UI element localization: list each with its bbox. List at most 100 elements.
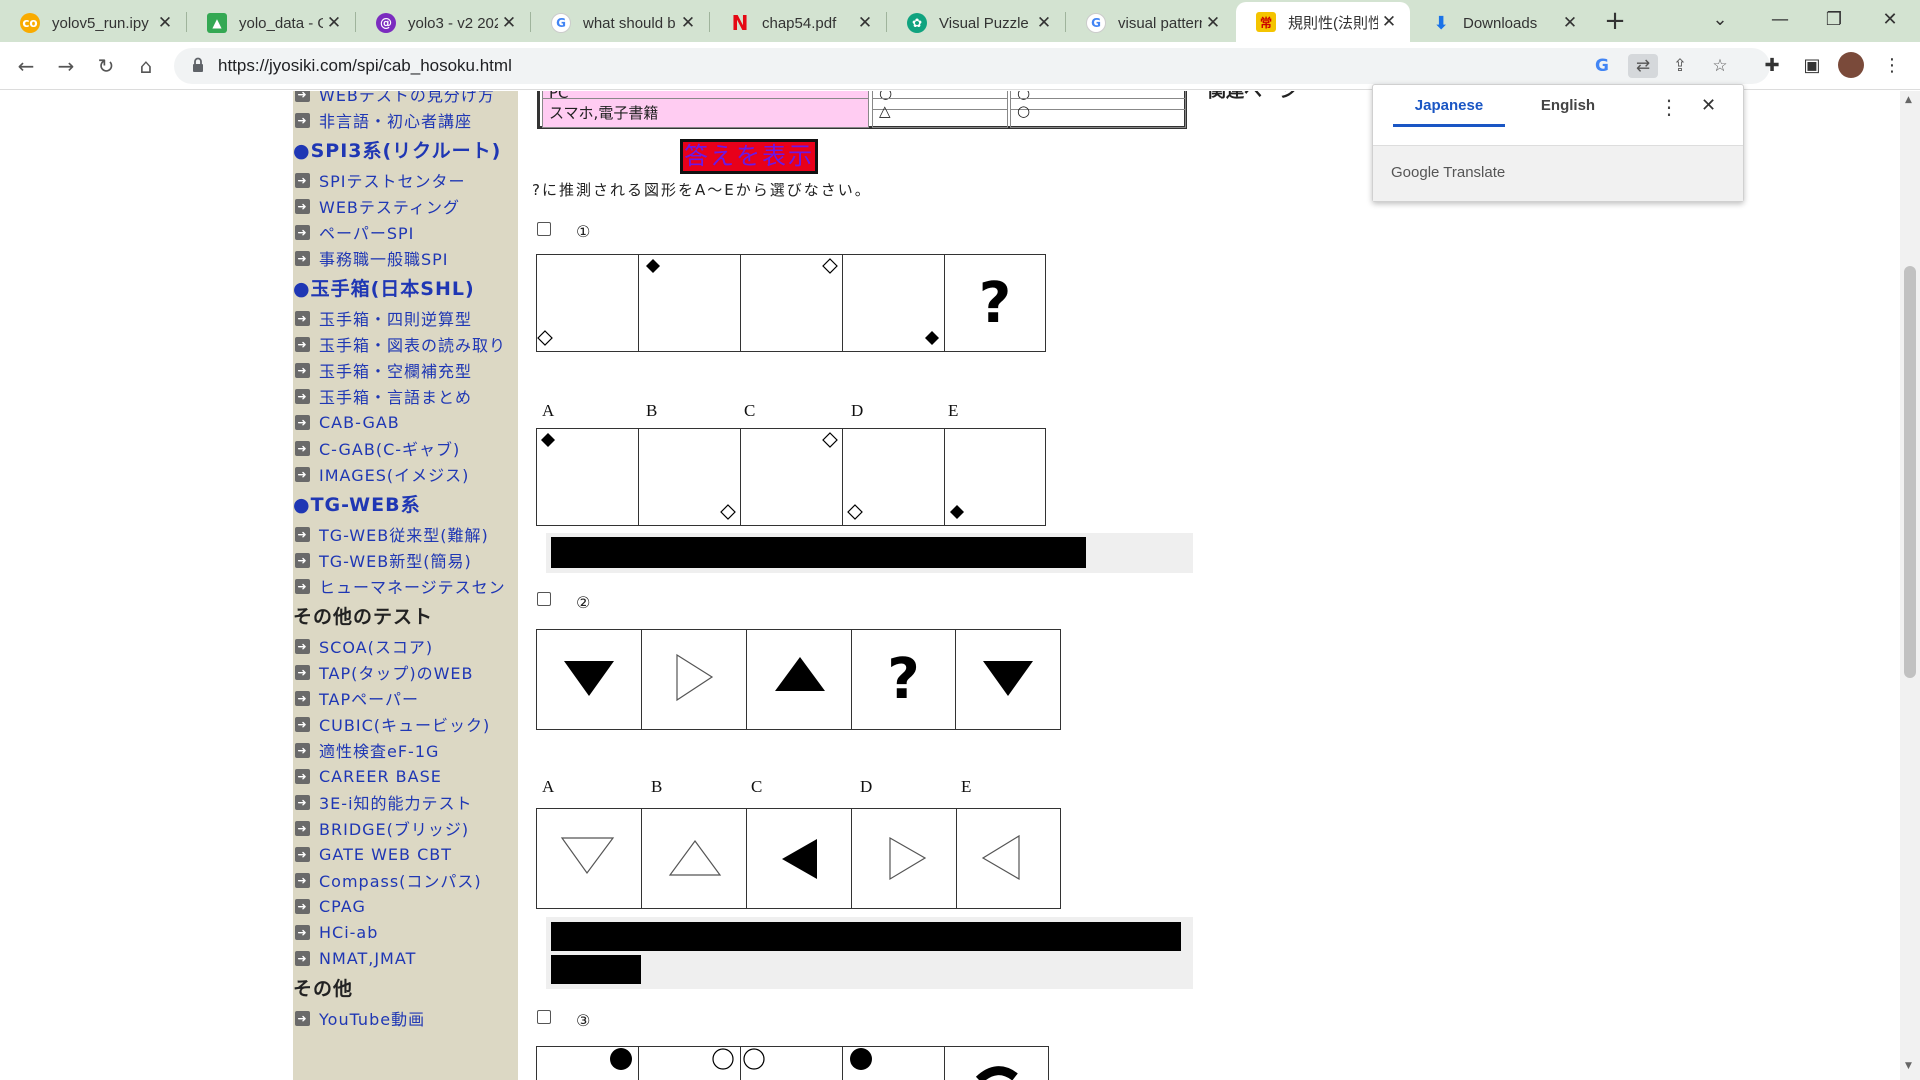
tab-search-chevron-icon[interactable]: ⌄ — [1690, 0, 1750, 40]
sidebar-item[interactable]: ➜ YouTube動画 — [295, 1006, 518, 1030]
option-b-cell[interactable] — [642, 809, 747, 908]
sidebar-item[interactable]: ➜ 適性検査eF-1G — [295, 738, 518, 762]
sidebar-item[interactable]: ➜ 玉手箱・図表の読み取り — [295, 332, 518, 356]
sidebar-item[interactable]: ➜ CPAG — [295, 894, 518, 918]
tab-colab[interactable]: co yolov5_run.ipy ✕ — [0, 4, 186, 42]
tab-chatgpt[interactable]: ✿ Visual Puzzle S ✕ — [887, 4, 1065, 42]
option-label: E — [948, 401, 959, 420]
option-e-cell[interactable] — [945, 429, 1047, 525]
more-options-icon[interactable]: ⋮ — [1659, 95, 1679, 119]
sidebar-item[interactable]: ➜ 玉手箱・四則逆算型 — [295, 306, 518, 330]
extensions-puzzle-icon[interactable]: ✚ — [1758, 52, 1786, 80]
show-answer-button[interactable]: 答えを表示 — [680, 139, 818, 174]
option-d-cell[interactable] — [852, 809, 957, 908]
minimize-button[interactable]: — — [1750, 0, 1810, 40]
close-tab-icon[interactable]: ✕ — [854, 13, 876, 33]
black-diamond-icon — [646, 259, 660, 273]
sidebar-item[interactable]: ➜ TAP(タップ)のWEB — [295, 660, 518, 684]
sidebar-item[interactable]: ➜ CUBIC(キュービック) — [295, 712, 518, 736]
share-icon[interactable]: ⇪ — [1668, 54, 1692, 78]
sidebar-item-label: 事務職一般職SPI — [319, 250, 449, 269]
white-left-triangle-icon — [981, 834, 1020, 881]
sidebar-item[interactable]: ➜ 3E-i知的能力テスト — [295, 790, 518, 814]
page-scrollbar[interactable]: ▲ ▼ — [1900, 91, 1920, 1080]
sidebar-item-label: BRIDGE(ブリッジ) — [319, 820, 470, 839]
sidebar-item[interactable]: ➜ ペーパーSPI — [295, 220, 518, 244]
scroll-up-arrow-icon[interactable]: ▲ — [1905, 95, 1912, 105]
scroll-down-arrow-icon[interactable]: ▼ — [1905, 1061, 1912, 1071]
tab-jyosiki-active[interactable]: 常 規則性(法則性 ✕ — [1236, 2, 1410, 42]
close-tab-icon[interactable]: ✕ — [1378, 12, 1400, 32]
sidebar-item[interactable]: ➜ 玉手箱・空欄補充型 — [295, 358, 518, 382]
sidebar-item[interactable]: ➜ IMAGES(イメジス) — [295, 462, 518, 486]
sidebar-item[interactable]: ➜ SCOA(スコア) — [295, 634, 518, 658]
sidebar-item[interactable]: ➜ ヒューマネージテスセン — [295, 574, 518, 598]
translate-icon[interactable]: ⇄ — [1628, 54, 1658, 78]
question-3-checkbox[interactable] — [537, 1010, 551, 1024]
side-panel-icon[interactable]: ▣ — [1798, 52, 1826, 80]
sidebar-item[interactable]: ➜ 非言語・初心者講座 — [295, 108, 518, 132]
sidebar-item[interactable]: ➜ GATE WEB CBT — [295, 842, 518, 866]
kebab-menu-icon[interactable]: ⋮ — [1878, 52, 1906, 80]
sidebar-item[interactable]: ➜ TG-WEB従来型(難解) — [295, 522, 518, 546]
sidebar-item-label: ヒューマネージテスセン — [319, 578, 506, 597]
scrollbar-thumb[interactable] — [1904, 266, 1916, 678]
url-text[interactable]: https://jyosiki.com/spi/cab_hosoku.html — [218, 56, 512, 76]
close-tab-icon[interactable]: ✕ — [677, 13, 699, 33]
sidebar-item[interactable]: ➜ HCi-ab — [295, 920, 518, 944]
close-tab-icon[interactable]: ✕ — [1033, 13, 1055, 33]
tab-drive[interactable]: ▲ yolo_data - Go ✕ — [187, 4, 355, 42]
sidebar-item[interactable]: ➜ Compass(コンパス) — [295, 868, 518, 892]
option-c-cell[interactable] — [747, 809, 852, 908]
sidebar-item[interactable]: ➜ WEBテスティング — [295, 194, 518, 218]
sidebar-item[interactable]: ➜ CAREER BASE — [295, 764, 518, 788]
sidebar-item[interactable]: ➜ WEBテストの見分け方 — [295, 91, 518, 106]
option-c-cell[interactable] — [741, 429, 843, 525]
bookmark-star-icon[interactable]: ☆ — [1708, 54, 1732, 78]
close-tab-icon[interactable]: ✕ — [323, 13, 345, 33]
avatar[interactable] — [1838, 52, 1864, 78]
sidebar-item-label: C-GAB(C-ギャブ) — [319, 440, 461, 459]
sidebar-item[interactable]: ➜ NMAT,JMAT — [295, 946, 518, 970]
translate-tab-english[interactable]: English — [1513, 97, 1623, 127]
sequence-cell — [747, 630, 852, 729]
address-bar[interactable]: https://jyosiki.com/spi/cab_hosoku.html … — [174, 48, 1770, 84]
close-tab-icon[interactable]: ✕ — [154, 13, 176, 33]
sidebar-item[interactable]: ➜ 玉手箱・言語まとめ — [295, 384, 518, 408]
translate-tab-japanese[interactable]: Japanese — [1393, 97, 1505, 127]
option-d-cell[interactable] — [843, 429, 945, 525]
sidebar-item[interactable]: ➜ C-GAB(C-ギャブ) — [295, 436, 518, 460]
forward-arrow-icon[interactable]: → — [50, 50, 82, 82]
tab-roboflow[interactable]: @ yolo3 - v2 202 ✕ — [356, 4, 530, 42]
question-1-checkbox[interactable] — [537, 222, 551, 236]
question-2-checkbox[interactable] — [537, 592, 551, 606]
reload-icon[interactable]: ↻ — [90, 50, 122, 82]
close-tab-icon[interactable]: ✕ — [1202, 13, 1224, 33]
sidebar-item[interactable]: ➜ TG-WEB新型(簡易) — [295, 548, 518, 572]
google-lens-icon[interactable]: G — [1590, 54, 1614, 78]
back-arrow-icon[interactable]: ← — [10, 50, 42, 82]
tab-downloads[interactable]: ⬇ Downloads ✕ — [1411, 4, 1591, 42]
home-icon[interactable]: ⌂ — [130, 50, 162, 82]
arrow-right-icon: ➜ — [295, 924, 310, 940]
restore-button[interactable]: ❐ — [1804, 0, 1864, 40]
option-b-cell[interactable] — [639, 429, 741, 525]
sidebar-item[interactable]: ➜ CAB-GAB — [295, 410, 518, 434]
tab-google-search-2[interactable]: G visual pattern ✕ — [1066, 4, 1234, 42]
new-tab-button[interactable]: + — [1598, 5, 1632, 39]
close-icon[interactable]: ✕ — [1701, 95, 1716, 116]
close-tab-icon[interactable]: ✕ — [498, 13, 520, 33]
question-2-options — [536, 808, 1061, 909]
sidebar-item[interactable]: ➜ 事務職一般職SPI — [295, 246, 518, 270]
sidebar-item-label: TAPペーパー — [319, 690, 419, 709]
tab-pdf[interactable]: N chap54.pdf ✕ — [710, 4, 886, 42]
sidebar-item[interactable]: ➜ TAPペーパー — [295, 686, 518, 710]
tab-google-search-1[interactable]: G what should b ✕ — [531, 4, 709, 42]
sidebar-item[interactable]: ➜ SPIテストセンター — [295, 168, 518, 192]
close-window-button[interactable]: ✕ — [1860, 0, 1920, 40]
close-tab-icon[interactable]: ✕ — [1559, 13, 1581, 33]
option-e-cell[interactable] — [957, 809, 1061, 908]
option-a-cell[interactable] — [537, 429, 639, 525]
sidebar-item[interactable]: ➜ BRIDGE(ブリッジ) — [295, 816, 518, 840]
option-a-cell[interactable] — [537, 809, 642, 908]
